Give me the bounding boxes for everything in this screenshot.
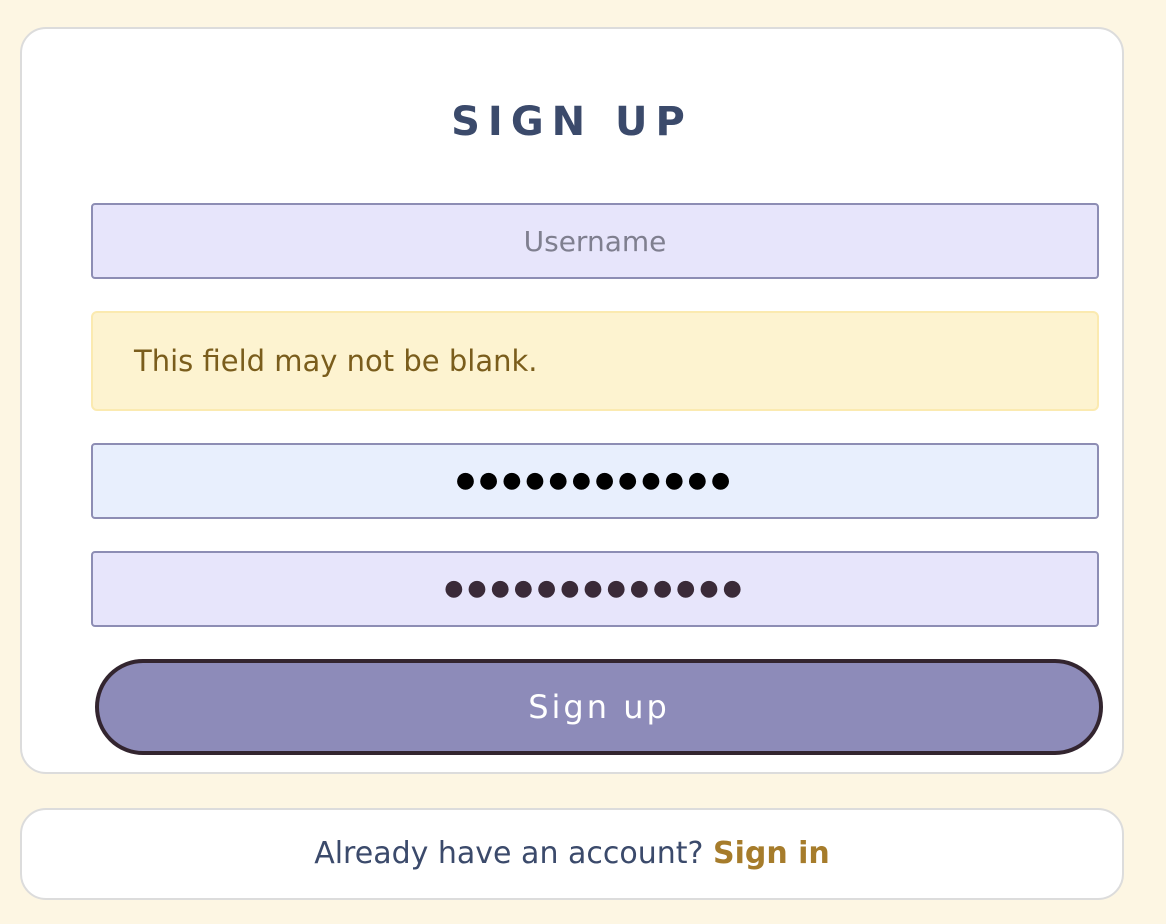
password-input[interactable]: ●●●●●●●●●●●● [91, 443, 1099, 519]
page-title: SIGN UP [451, 99, 693, 145]
sign-up-button[interactable]: Sign up [95, 659, 1103, 755]
username-error-alert: This field may not be blank. [91, 311, 1099, 411]
signup-card: SIGN UP This field may not be blank. ●●●… [20, 27, 1124, 774]
signin-prompt-text: Already have an account? [314, 836, 704, 871]
signin-prompt-card: Already have an account? Sign in [20, 808, 1124, 900]
username-input[interactable] [91, 203, 1099, 279]
confirm-password-input[interactable]: ●●●●●●●●●●●●● [91, 551, 1099, 627]
sign-in-link[interactable]: Sign in [713, 836, 830, 871]
